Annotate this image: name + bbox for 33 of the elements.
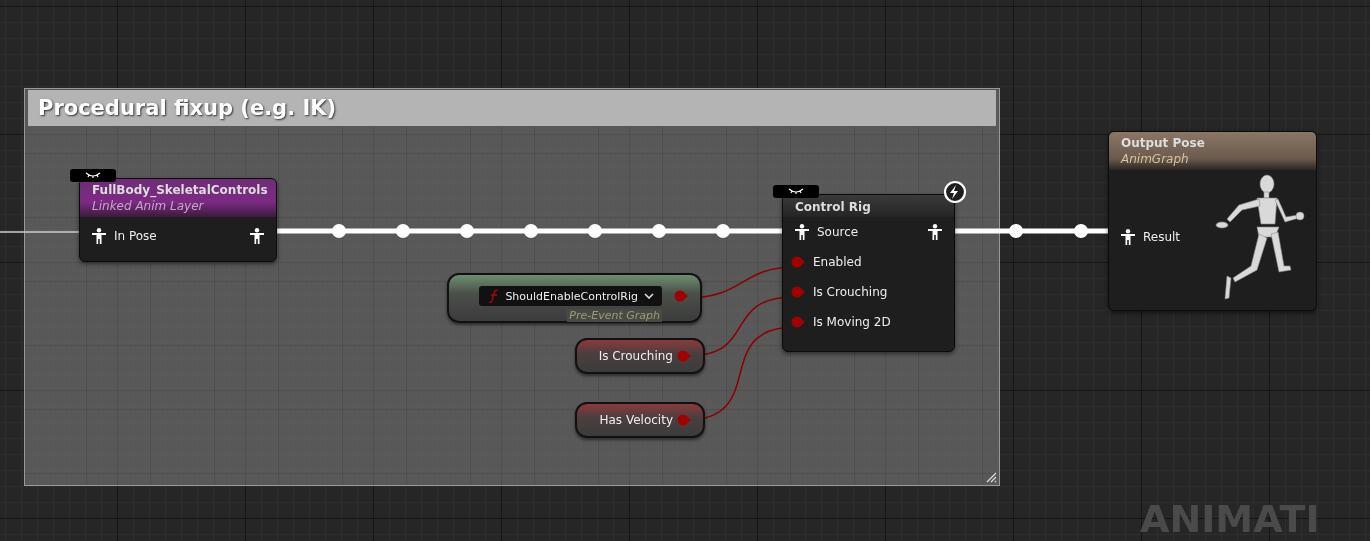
node-title: Control Rig	[795, 199, 872, 215]
pin-label: Result	[1143, 230, 1182, 244]
chevron-down-icon	[644, 293, 654, 299]
variable-node[interactable]: Has Velocity	[575, 402, 705, 438]
variable-node[interactable]: Is Crouching	[575, 338, 705, 374]
pin-label: Enabled	[813, 255, 863, 269]
function-node[interactable]: ShouldEnableControlRig Pre-Event Graph	[447, 273, 702, 323]
resize-grip-icon[interactable]	[985, 471, 997, 483]
variable-name: Is Crouching	[598, 349, 673, 363]
pin-label: In Pose	[114, 229, 158, 243]
lightning-circle-icon	[943, 180, 967, 204]
closed-eye-icon	[788, 187, 804, 196]
pose-output-pin-icon[interactable]	[928, 224, 942, 240]
node-title: Output Pose	[1121, 135, 1206, 151]
variable-name: Has Velocity	[599, 413, 673, 427]
pose-output-pin-icon[interactable]	[250, 228, 264, 244]
pin-label: Source	[817, 225, 860, 239]
comment-title: Procedural fixup (e.g. IK)	[38, 96, 337, 120]
pin-label: Is Crouching	[813, 285, 889, 299]
function-icon	[489, 289, 500, 303]
graph-context-label: Pre-Event Graph	[567, 309, 662, 322]
function-dropdown[interactable]: ShouldEnableControlRig	[479, 286, 662, 306]
control-rig-node[interactable]: Control Rig Source Enabled Is Crouching Is Moving 2D	[782, 194, 955, 352]
output-pose-node[interactable]: Output Pose AnimGraph Result	[1108, 131, 1317, 311]
pose-pin-icon[interactable]	[92, 228, 106, 244]
node-subtitle: Linked Anim Layer	[92, 198, 205, 215]
pin-label: Is Moving 2D	[813, 315, 892, 329]
anim-layer-node[interactable]: FullBody_SkeletalControls Linked Anim Layer In Pose	[79, 178, 277, 262]
closed-eye-icon	[85, 171, 101, 180]
node-subtitle: AnimGraph	[1121, 151, 1190, 168]
function-name: ShouldEnableControlRig	[505, 289, 638, 303]
pose-pin-icon[interactable]	[1121, 229, 1135, 245]
pose-pin-icon[interactable]	[795, 224, 809, 240]
